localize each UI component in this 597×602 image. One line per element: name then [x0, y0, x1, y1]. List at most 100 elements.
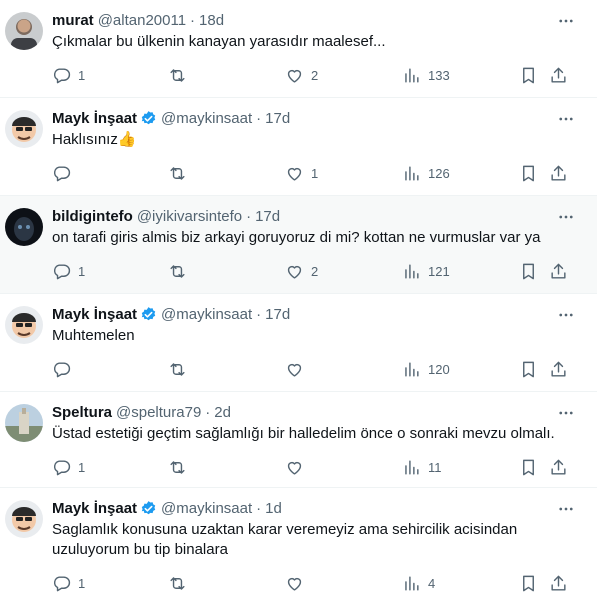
like-button[interactable]: 2: [285, 262, 318, 281]
bookmark-button[interactable]: [519, 164, 538, 183]
avatar[interactable]: [5, 12, 43, 50]
timestamp[interactable]: 17d: [265, 110, 290, 127]
view-count: 121: [428, 263, 450, 279]
more-icon[interactable]: [557, 500, 575, 518]
like-button[interactable]: [285, 574, 304, 593]
views-icon: [405, 575, 419, 591]
separator-dot: ·: [190, 11, 196, 29]
user-handle[interactable]: @speltura79: [116, 404, 201, 421]
verified-badge-icon: [141, 500, 156, 514]
timestamp[interactable]: 17d: [255, 208, 280, 225]
retweet-button[interactable]: [168, 164, 187, 183]
avatar[interactable]: [5, 110, 43, 148]
action-bar: 1 126: [52, 154, 583, 192]
user-handle[interactable]: @iyikivarsintefo: [137, 208, 242, 225]
bookmark-button[interactable]: [519, 66, 538, 85]
share-button[interactable]: [549, 262, 568, 281]
like-button[interactable]: [285, 360, 304, 379]
user-handle[interactable]: @altan20011: [98, 12, 186, 29]
retweet-icon: [170, 576, 185, 590]
timestamp[interactable]: 17d: [265, 306, 290, 323]
like-icon: [287, 363, 302, 377]
display-name[interactable]: Mayk İnşaat: [52, 306, 137, 323]
views-button[interactable]: 11: [402, 458, 442, 477]
views-button[interactable]: 126: [402, 164, 450, 183]
tweet-text: Çıkmalar bu ülkenin kanayan yarasıdır ma…: [52, 33, 386, 50]
reply-button[interactable]: 1: [52, 66, 85, 85]
retweet-button[interactable]: [168, 574, 187, 593]
retweet-button[interactable]: [168, 262, 187, 281]
share-button[interactable]: [549, 458, 568, 477]
tweet[interactable]: Mayk İnşaat @maykinsaat · 17d Haklısınız…: [0, 98, 597, 196]
reply-thread: murat @altan20011 · 18d Çıkmalar bu ülke…: [0, 0, 597, 602]
separator-dot: ·: [205, 403, 211, 421]
more-icon[interactable]: [557, 404, 575, 422]
reply-icon: [53, 67, 71, 83]
reply-count: 1: [78, 263, 86, 279]
display-name[interactable]: Mayk İnşaat: [52, 500, 137, 517]
bookmark-button[interactable]: [519, 458, 538, 477]
timestamp[interactable]: 18d: [199, 12, 224, 29]
share-button[interactable]: [549, 574, 568, 593]
more-icon[interactable]: [557, 12, 575, 30]
retweet-button[interactable]: [168, 360, 187, 379]
reply-count: 1: [78, 459, 86, 475]
timestamp[interactable]: 1d: [265, 500, 282, 517]
views-button[interactable]: 133: [402, 66, 450, 85]
reply-button[interactable]: [52, 164, 71, 183]
reply-button[interactable]: 1: [52, 262, 85, 281]
views-icon: [405, 67, 419, 83]
more-icon[interactable]: [557, 208, 575, 226]
tweet[interactable]: bildigintefo @iyikivarsintefo · 17d on t…: [0, 196, 597, 294]
reply-icon: [53, 361, 71, 377]
separator-dot: ·: [256, 305, 262, 323]
avatar[interactable]: [5, 306, 43, 344]
tweet[interactable]: murat @altan20011 · 18d Çıkmalar bu ülke…: [0, 0, 597, 98]
views-button[interactable]: 120: [402, 360, 450, 379]
more-icon[interactable]: [557, 110, 575, 128]
tweet[interactable]: Speltura @speltura79 · 2d Üstad estetiği…: [0, 392, 597, 488]
like-button[interactable]: 1: [285, 164, 318, 183]
retweet-button[interactable]: [168, 458, 187, 477]
verified-badge-icon: [141, 306, 156, 320]
avatar[interactable]: [5, 500, 43, 538]
like-button[interactable]: [285, 458, 304, 477]
bookmark-button[interactable]: [519, 360, 538, 379]
avatar[interactable]: [5, 208, 43, 246]
display-name[interactable]: bildigintefo: [52, 208, 133, 225]
bookmark-button[interactable]: [519, 262, 538, 281]
share-button[interactable]: [549, 164, 568, 183]
bookmark-button[interactable]: [519, 574, 538, 593]
more-icon[interactable]: [557, 306, 575, 324]
like-icon: [287, 167, 302, 181]
tweet[interactable]: Mayk İnşaat @maykinsaat · 1d Saglamlık k…: [0, 488, 597, 602]
display-name[interactable]: murat: [52, 12, 94, 29]
bookmark-icon: [523, 459, 534, 475]
bookmark-icon: [523, 575, 534, 591]
share-button[interactable]: [549, 66, 568, 85]
display-name[interactable]: Speltura: [52, 404, 112, 421]
retweet-icon: [170, 362, 185, 376]
view-count: 120: [428, 361, 450, 377]
reply-button[interactable]: 1: [52, 574, 85, 593]
user-handle[interactable]: @maykinsaat: [161, 500, 252, 517]
share-button[interactable]: [549, 360, 568, 379]
like-count: 1: [311, 165, 319, 181]
reply-button[interactable]: [52, 360, 71, 379]
display-name[interactable]: Mayk İnşaat: [52, 110, 137, 127]
tweet[interactable]: Mayk İnşaat @maykinsaat · 17d Muhtemelen…: [0, 294, 597, 392]
views-button[interactable]: 121: [402, 262, 450, 281]
tweet-text: Üstad estetiği geçtim sağlamlığı bir hal…: [52, 425, 555, 442]
user-handle[interactable]: @maykinsaat: [161, 110, 252, 127]
views-icon: [405, 263, 419, 279]
bookmark-icon: [523, 165, 534, 181]
reply-button[interactable]: 1: [52, 458, 85, 477]
timestamp[interactable]: 2d: [214, 404, 231, 421]
like-button[interactable]: 2: [285, 66, 318, 85]
views-button[interactable]: 4: [402, 574, 435, 593]
avatar[interactable]: [5, 404, 43, 442]
like-icon: [287, 265, 302, 279]
retweet-button[interactable]: [168, 66, 187, 85]
user-handle[interactable]: @maykinsaat: [161, 306, 252, 323]
share-icon: [551, 67, 566, 83]
